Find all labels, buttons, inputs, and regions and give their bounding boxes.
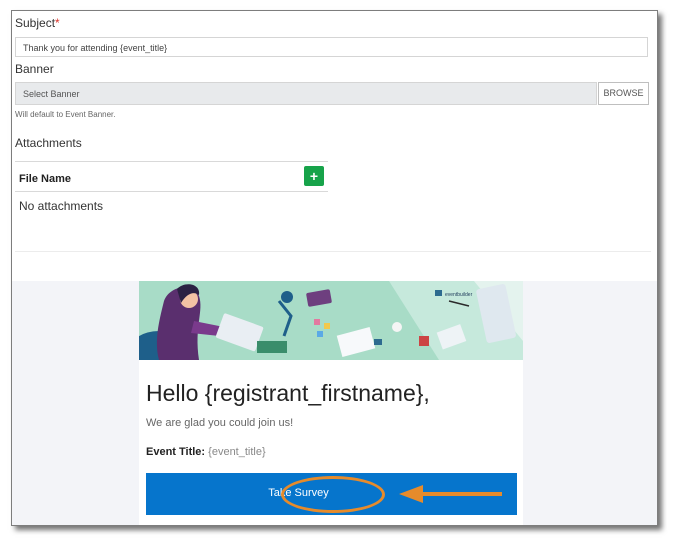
greeting-subtext: We are glad you could join us! <box>146 417 294 429</box>
email-preview: eventbuilder Hello {registrant_firstname… <box>139 281 523 525</box>
event-title-value: {event_title} <box>208 446 266 458</box>
callout-arrow-icon <box>399 485 502 503</box>
callout-ellipse <box>281 476 385 513</box>
brand-logo-icon <box>435 290 442 296</box>
event-banner-image: eventbuilder <box>139 281 523 360</box>
section-divider <box>15 251 651 252</box>
attachments-label: Attachments <box>15 136 82 150</box>
attachments-table-header-border <box>15 191 328 192</box>
browse-button[interactable]: BROWSE <box>598 82 649 105</box>
event-title-line: Event Title: {event_title} <box>146 446 266 458</box>
greeting-heading: Hello {registrant_firstname}, <box>146 380 430 406</box>
no-attachments-text: No attachments <box>19 199 104 213</box>
banner-brand-text: eventbuilder <box>445 292 473 298</box>
subject-input[interactable]: Thank you for attending {event_title} <box>15 37 648 57</box>
required-mark: * <box>55 16 60 30</box>
subject-label: Subject* <box>15 16 60 30</box>
attachments-table-top-border <box>15 161 328 162</box>
add-attachment-button[interactable]: + <box>304 166 324 186</box>
banner-select-row: Select Banner BROWSE <box>15 82 649 105</box>
email-editor-window: Subject* Thank you for attending {event_… <box>11 10 658 526</box>
event-title-label: Event Title: <box>146 446 206 458</box>
banner-hint: Will default to Event Banner. <box>15 110 116 119</box>
banner-label: Banner <box>15 62 54 76</box>
take-survey-button[interactable]: Take Survey <box>146 473 517 515</box>
plus-icon: + <box>309 168 319 184</box>
banner-select-input[interactable]: Select Banner <box>15 82 597 105</box>
file-name-column-header: File Name <box>19 173 71 185</box>
